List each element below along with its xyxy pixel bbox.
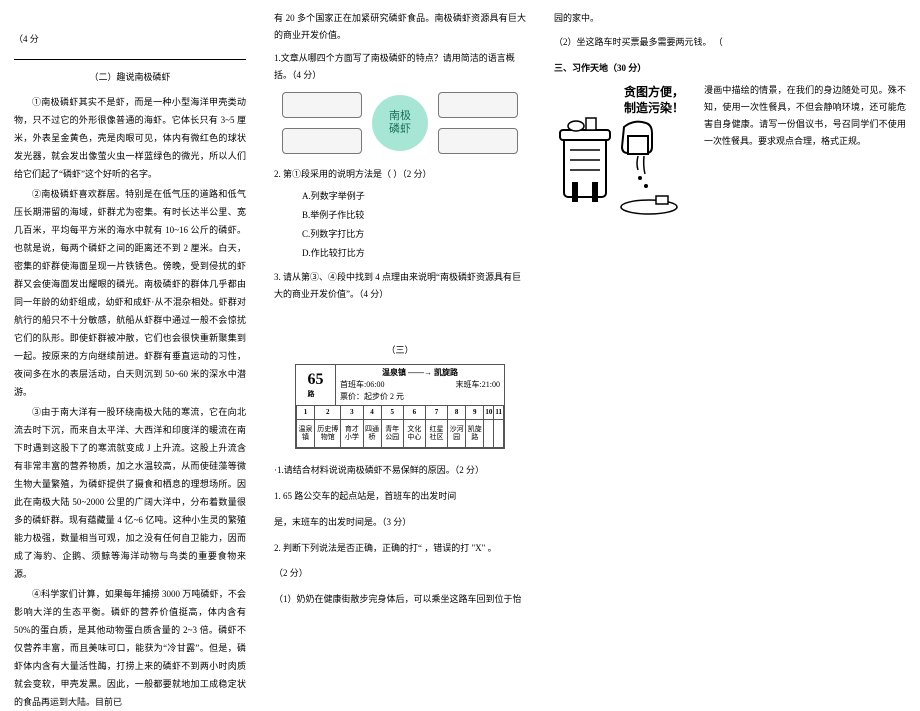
diagram-slot[interactable] xyxy=(438,92,518,118)
option-d: D.作比较打比方 xyxy=(302,244,526,263)
question-3: 3. 请从第③、④段中找到 4 点理由来说明“南极磷虾资源具有巨大的商业开发价值… xyxy=(274,269,526,303)
question-2: 2. 第①段采用的说明方法是（ ）（2 分） xyxy=(274,166,526,183)
option-c: C.列数字打比方 xyxy=(302,225,526,244)
diagram-left-column xyxy=(282,92,362,154)
route-number-sub: 路 xyxy=(308,389,324,399)
question-1: 1.文章从哪四个方面写了南极磷虾的特点？请用简洁的语言概括。（4 分） xyxy=(274,50,526,84)
stop-num: 11 xyxy=(494,406,504,420)
first-bus-time: 首班车:06:00 xyxy=(340,379,384,391)
stop-name: 温泉镇 xyxy=(297,420,315,448)
cartoon-svg: 贪图方便， 制造污染！ xyxy=(554,82,694,222)
fare-info: 票价：起步价 2 元 xyxy=(340,391,500,403)
route-name: 温泉镇 ——→ 凯旋路 xyxy=(340,367,500,379)
star-question-1: ·1.请结合材料说说南极磷虾不易保鲜的原因。（2 分） xyxy=(274,461,526,481)
diagram-right-column xyxy=(438,92,518,154)
bus-q2-item1: （1）奶奶在健康街散步完身体后，可以乘坐这路车回到位于怡 xyxy=(274,590,526,610)
diagram-slot[interactable] xyxy=(438,128,518,154)
stop-name xyxy=(494,420,504,448)
last-bus-time: 末班车:21:00 xyxy=(456,379,500,391)
stop-num: 6 xyxy=(403,406,425,420)
column-3: 园的家中。 （2）坐这路车时买票最多需要两元钱。 （ 三、习作天地（30 分） … xyxy=(540,0,920,651)
stop-name: 育才小学 xyxy=(341,420,363,448)
route-number-value: 65 xyxy=(308,371,324,389)
passage-2-title: （二）趣说南极磷虾 xyxy=(14,70,246,83)
stop-name: 历史博物馆 xyxy=(315,420,341,448)
diagram-center-label: 南极 磷虾 xyxy=(389,110,411,136)
paragraph-4: ④科学家们计算，如果每年捕捞 3000 万吨磷虾，不会影响大洋的生态平衡。磷虾的… xyxy=(14,585,246,711)
cartoon-caption-1: 贪图方便， xyxy=(623,84,684,99)
bus-schedule-table: 65 路 温泉镇 ——→ 凯旋路 首班车:06:00 末班车:21:00 票价：… xyxy=(295,364,505,449)
stop-num: 2 xyxy=(315,406,341,420)
paragraph-1: ①南极磷虾其实不是虾，而是一种小型海洋甲壳类动物，只不过它的外形很像普通的海虾。… xyxy=(14,93,246,183)
column-2: 有 20 多个国家正在加紧研究磷虾食品。南极磷虾资源具有巨大的商业开发价值。 1… xyxy=(260,0,540,651)
continuation-line: 园的家中。 xyxy=(554,10,906,27)
bus-q1-line2: 是，末班车的出发时间是。（3 分） xyxy=(274,513,526,533)
stop-num: 10 xyxy=(484,406,494,420)
bus-q2-item2: （2）坐这路车时买票最多需要两元钱。 （ xyxy=(554,33,906,53)
stop-num: 3 xyxy=(341,406,363,420)
stop-name: 凯旋路 xyxy=(466,420,484,448)
cartoon-caption-2: 制造污染！ xyxy=(624,100,684,115)
stop-num: 9 xyxy=(466,406,484,420)
stop-name: 文化中心 xyxy=(403,420,425,448)
stop-name: 青年公园 xyxy=(381,420,403,448)
stop-name: 四通桥 xyxy=(363,420,381,448)
stops-table: 1 2 3 4 5 6 7 8 9 10 11 温泉镇 历史博物馆 育才小学 四… xyxy=(296,405,504,448)
stop-name-row: 温泉镇 历史博物馆 育才小学 四通桥 青年公园 文化中心 红星社区 沙河园 凯旋… xyxy=(297,420,504,448)
stop-name xyxy=(484,420,494,448)
stop-number-row: 1 2 3 4 5 6 7 8 9 10 11 xyxy=(297,406,504,420)
concept-diagram: 南极 磷虾 xyxy=(274,92,526,154)
route-number: 65 路 xyxy=(296,365,336,405)
passage-continuation: 有 20 多个国家正在加紧研究磷虾食品。南极磷虾资源具有巨大的商业开发价值。 xyxy=(274,10,526,44)
stop-num: 4 xyxy=(363,406,381,420)
stop-num: 8 xyxy=(448,406,466,420)
divider xyxy=(14,59,246,60)
section-3-heading: 三、习作天地（30 分） xyxy=(554,61,906,74)
score-label: （4 分 xyxy=(14,32,246,45)
cartoon-image: 贪图方便， 制造污染！ xyxy=(554,82,694,222)
essay-prompt: 漫画中描绘的情景，在我们的身边随处可见。殊不知，使用一次性餐具，不但会静响环境，… xyxy=(704,82,906,222)
diagram-slot[interactable] xyxy=(282,128,362,154)
column-1: （4 分 （二）趣说南极磷虾 ①南极磷虾其实不是虾，而是一种小型海洋甲壳类动物，… xyxy=(0,0,260,651)
option-b: B.举例子作比较 xyxy=(302,206,526,225)
bus-q1-line1: 1. 65 路公交车的起点站是，首班车的出发时间 xyxy=(274,487,526,507)
option-a: A.列数字举例子 xyxy=(302,187,526,206)
stop-name: 沙河园 xyxy=(448,420,466,448)
section-3-title: （三） xyxy=(274,343,526,356)
route-info: 温泉镇 ——→ 凯旋路 首班车:06:00 末班车:21:00 票价：起步价 2… xyxy=(336,365,504,405)
diagram-center-oval: 南极 磷虾 xyxy=(372,95,428,151)
stop-num: 7 xyxy=(425,406,447,420)
paragraph-3: ③由于南大洋有一股环绕南极大陆的寒流，它在向北流去时下沉，而来自太平洋、大西洋和… xyxy=(14,403,246,583)
stop-num: 5 xyxy=(381,406,403,420)
bus-q2: 2. 判断下列说法是否正确，正确的打“ ，错误的打 "X" 。 xyxy=(274,539,526,559)
stop-name: 红星社区 xyxy=(425,420,447,448)
stop-num: 1 xyxy=(297,406,315,420)
question-2-options: A.列数字举例子 B.举例子作比较 C.列数字打比方 D.作比较打比方 xyxy=(302,187,526,263)
diagram-slot[interactable] xyxy=(282,92,362,118)
paragraph-2: ②南极磷虾喜欢群居。特别是在低气压的道路和低气压长期滞留的海域，虾群尤为密集。有… xyxy=(14,185,246,401)
bus-q2-points: （2 分） xyxy=(274,564,526,584)
